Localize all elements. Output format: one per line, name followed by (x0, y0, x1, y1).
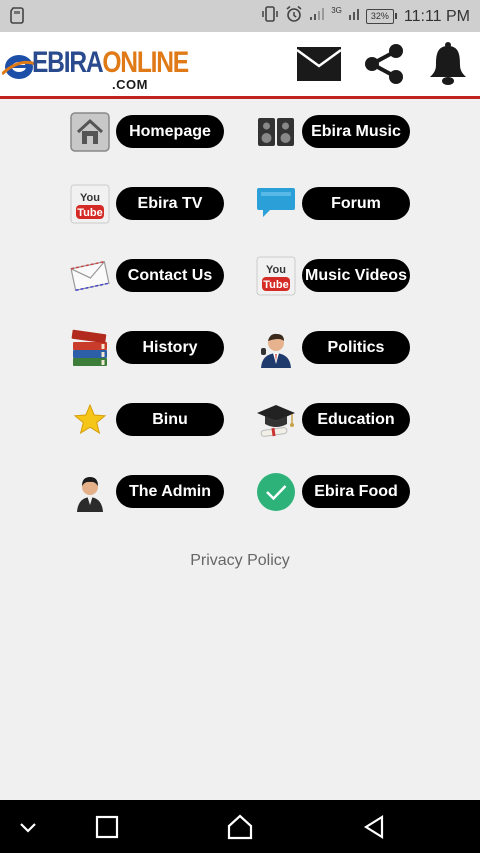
menu-item-homepage[interactable]: Homepage (70, 112, 226, 152)
speakers-icon (258, 118, 294, 146)
menu-item-ebira-food[interactable]: Ebira Food (256, 472, 412, 512)
youtube-icon: You Tube (256, 256, 296, 296)
app-header: EBIRAONLINE .COM (0, 32, 480, 99)
recent-apps-icon[interactable] (93, 813, 121, 841)
menu-item-ebira-music[interactable]: Ebira Music (256, 112, 412, 152)
admin-user-icon (77, 477, 103, 512)
star-icon (73, 403, 107, 435)
menu-label-forum[interactable]: Forum (302, 187, 410, 220)
back-icon[interactable] (360, 813, 388, 841)
network-type: 3G (331, 6, 342, 15)
logo-wordmark-a: EBIRA (32, 46, 104, 79)
svg-text:You: You (266, 264, 286, 276)
menu-label-ebira-music[interactable]: Ebira Music (302, 115, 410, 148)
android-nav-bar (0, 800, 480, 853)
clock: 11:11 PM (403, 7, 470, 25)
graduation-cap-icon (257, 405, 295, 437)
menu-label-politics[interactable]: Politics (302, 331, 410, 364)
menu-label-ebira-food[interactable]: Ebira Food (302, 475, 410, 508)
menu-label-the-admin[interactable]: The Admin (116, 475, 224, 508)
menu-label-contact-us[interactable]: Contact Us (116, 259, 224, 292)
menu-label-ebira-tv[interactable]: Ebira TV (116, 187, 224, 220)
menu-item-music-videos[interactable]: You Tube Music Videos (256, 256, 412, 296)
status-bar: 3G 32% 11:11 PM (0, 0, 480, 32)
share-icon[interactable] (360, 40, 408, 88)
menu-item-the-admin[interactable]: The Admin (70, 472, 226, 512)
bell-icon[interactable] (428, 41, 468, 87)
home-nav-icon[interactable] (226, 813, 254, 841)
menu-label-history[interactable]: History (116, 331, 224, 364)
menu-label-binu[interactable]: Binu (116, 403, 224, 436)
vibrate-icon (261, 5, 279, 28)
menu-item-history[interactable]: History (70, 328, 226, 368)
envelope-icon (70, 260, 110, 292)
svg-text:Tube: Tube (77, 207, 102, 219)
chevron-down-icon[interactable] (14, 813, 42, 841)
sd-card-icon (10, 7, 24, 29)
home-icon (70, 112, 110, 152)
site-logo[interactable]: EBIRAONLINE .COM (2, 44, 189, 92)
books-icon (71, 329, 107, 366)
privacy-policy-link[interactable]: Privacy Policy (0, 552, 480, 570)
logo-e-icon (2, 55, 36, 79)
logo-domain: .COM (112, 77, 148, 92)
menu-item-contact-us[interactable]: Contact Us (70, 256, 226, 296)
menu-item-politics[interactable]: Politics (256, 328, 412, 368)
svg-text:Tube: Tube (263, 279, 288, 291)
battery-icon: 32% (365, 9, 397, 24)
chat-bubble-icon (257, 188, 295, 217)
menu-label-music-videos[interactable]: Music Videos (302, 259, 410, 292)
signal-icon-2 (348, 7, 360, 26)
menu-item-ebira-tv[interactable]: You Tube Ebira TV (70, 184, 226, 224)
alarm-icon (285, 5, 303, 28)
svg-text:You: You (80, 192, 100, 204)
menu-label-homepage[interactable]: Homepage (116, 115, 224, 148)
mail-icon[interactable] (296, 46, 342, 82)
menu-item-forum[interactable]: Forum (256, 184, 412, 224)
menu-label-education[interactable]: Education (302, 403, 410, 436)
politician-icon (261, 333, 291, 368)
menu-item-binu[interactable]: Binu (70, 400, 226, 440)
logo-wordmark-b: ONLINE (102, 46, 189, 79)
menu-item-education[interactable]: Education (256, 400, 412, 440)
check-circle-icon (257, 473, 295, 511)
logo-wordmark: EBIRAONLINE (32, 46, 189, 80)
youtube-icon: You Tube (70, 184, 110, 224)
signal-icon (309, 7, 325, 26)
